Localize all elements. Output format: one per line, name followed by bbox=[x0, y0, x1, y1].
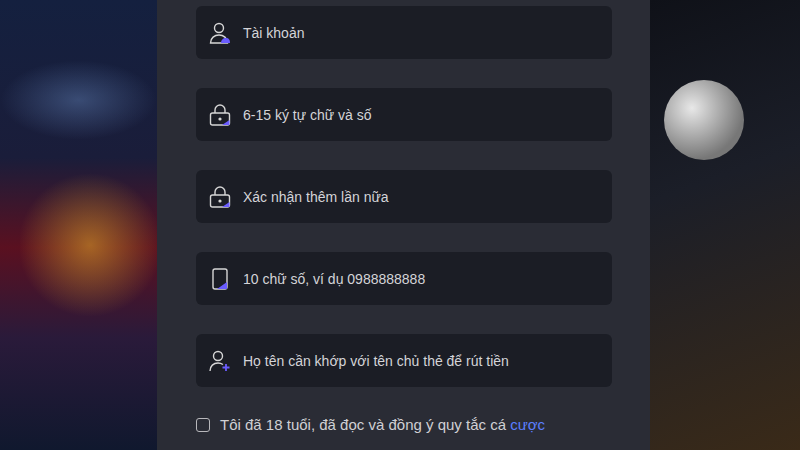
register-panel: Tài khoản 6-15 ký tự chữ và số Xác nhận th… bbox=[157, 0, 650, 450]
agreement-checkbox[interactable] bbox=[196, 418, 210, 432]
input-field[interactable]: 6-15 ký tự chữ và số bbox=[196, 88, 612, 141]
register-screen: Tài khoản 6-15 ký tự chữ và số Xác nhận th… bbox=[0, 0, 800, 450]
user-icon bbox=[208, 21, 232, 45]
lock-icon bbox=[208, 185, 232, 209]
input-field[interactable]: Xác nhận thêm lần nữa bbox=[196, 170, 612, 223]
lock-icon bbox=[208, 103, 232, 127]
field-placeholder: Họ tên cần khớp với tên chủ thẻ để rút t… bbox=[243, 353, 509, 369]
field-placeholder: Xác nhận thêm lần nữa bbox=[243, 189, 389, 205]
rules-link[interactable]: cược bbox=[510, 416, 545, 433]
input-field[interactable]: Tài khoản bbox=[196, 6, 612, 59]
field-placeholder: 6-15 ký tự chữ và số bbox=[243, 107, 371, 123]
agreement-text: Tôi đã 18 tuổi, đã đọc và đồng ý quy tắc… bbox=[220, 416, 545, 433]
phone-icon bbox=[208, 267, 232, 291]
field-list: Tài khoản 6-15 ký tự chữ và số Xác nhận th… bbox=[196, 6, 612, 387]
agreement-row: Tôi đã 18 tuổi, đã đọc và đồng ý quy tắc… bbox=[196, 416, 612, 433]
field-placeholder: Tài khoản bbox=[243, 25, 304, 41]
user-plus-icon bbox=[208, 349, 232, 373]
input-field[interactable]: 10 chữ số, ví dụ 0988888888 bbox=[196, 252, 612, 305]
promo-banner-right bbox=[650, 0, 800, 450]
input-field[interactable]: Họ tên cần khớp với tên chủ thẻ để rút t… bbox=[196, 334, 612, 387]
field-placeholder: 10 chữ số, ví dụ 0988888888 bbox=[243, 271, 425, 287]
promo-banner-left bbox=[0, 0, 157, 450]
